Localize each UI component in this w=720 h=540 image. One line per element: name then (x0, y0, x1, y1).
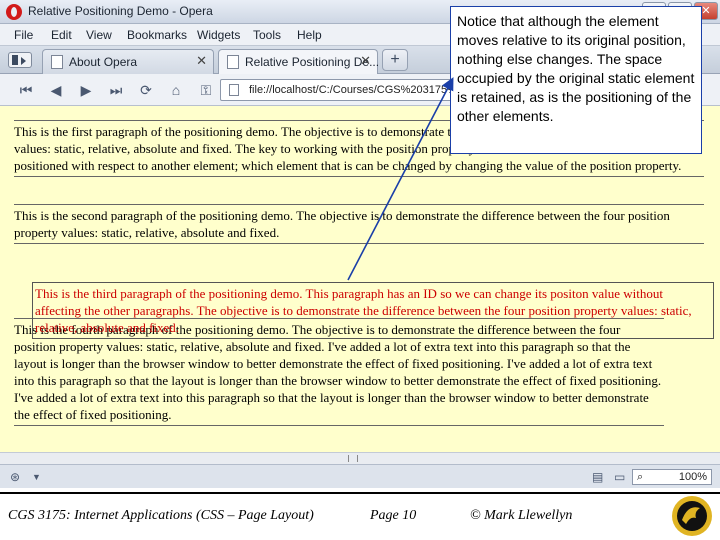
back-icon[interactable]: ◀ (44, 79, 68, 101)
address-text: file://localhost/C:/Courses/CGS%203175%2… (249, 84, 455, 96)
chevron-down-icon[interactable]: ▼ (32, 472, 41, 482)
panel-toggle-icon[interactable] (8, 52, 32, 68)
menu-widgets[interactable]: Widgets (197, 28, 240, 42)
turbo-icon[interactable]: ⊛ (10, 470, 20, 484)
tab-label: Relative Positioning De... (245, 55, 380, 69)
menu-bookmarks[interactable]: Bookmarks (127, 28, 187, 42)
opera-logo-icon (6, 4, 22, 20)
menu-edit[interactable]: Edit (51, 28, 72, 42)
page-icon (51, 55, 63, 69)
menu-view[interactable]: View (86, 28, 112, 42)
menu-tools[interactable]: Tools (253, 28, 281, 42)
window-icon[interactable]: ▭ (614, 470, 625, 484)
footer-divider (0, 492, 720, 494)
window-title: Relative Positioning Demo - Opera (28, 4, 213, 18)
rewind-icon[interactable]: ⏮ (14, 79, 38, 101)
new-tab-button[interactable]: + (382, 49, 408, 71)
page-viewport: This is the first paragraph of the posit… (0, 106, 720, 452)
horizontal-scrollbar[interactable] (0, 452, 720, 464)
tab-label: About Opera (69, 55, 138, 69)
status-bar: ⊛ ▼ ▤ ▭ ⌕ 100% (0, 464, 720, 488)
paragraph-3-relative: This is the third paragraph of the posit… (32, 282, 714, 339)
ucf-pegasus-logo-icon (672, 496, 712, 536)
footer-author: © Mark Llewellyn (470, 508, 573, 523)
reload-icon[interactable]: ⟳ (134, 79, 158, 101)
zoom-value: 100% (678, 471, 707, 483)
security-icon[interactable]: ⚿ (194, 79, 218, 101)
tab-close-icon[interactable]: ✕ (196, 53, 207, 69)
view-icon[interactable]: ▤ (592, 470, 603, 484)
forward-icon[interactable]: ▶ (74, 79, 98, 101)
footer-course: CGS 3175: Internet Applications (CSS – P… (8, 508, 314, 523)
scrollbar-thumb[interactable] (348, 455, 358, 462)
annotation-callout: Notice that although the element moves r… (450, 6, 702, 154)
address-bar[interactable]: file://localhost/C:/Courses/CGS%203175%2… (220, 79, 456, 101)
home-icon[interactable]: ⌂ (164, 79, 188, 101)
slide-footer: CGS 3175: Internet Applications (CSS – P… (0, 488, 720, 540)
file-icon (229, 84, 239, 96)
tab-about-opera[interactable]: About Opera ✕ (42, 49, 214, 74)
page-icon (227, 55, 239, 69)
menu-help[interactable]: Help (297, 28, 322, 42)
paragraph-2: This is the second paragraph of the posi… (14, 204, 704, 244)
tab-close-icon[interactable]: ✕ (360, 53, 371, 69)
zoom-field[interactable]: ⌕ 100% (632, 469, 712, 485)
footer-page: Page 10 (370, 508, 417, 523)
tab-relative-positioning[interactable]: Relative Positioning De... ✕ (218, 49, 380, 74)
fast-forward-icon[interactable]: ⏭ (104, 79, 128, 101)
zoom-search-icon: ⌕ (637, 471, 644, 483)
menu-file[interactable]: File (14, 28, 33, 42)
